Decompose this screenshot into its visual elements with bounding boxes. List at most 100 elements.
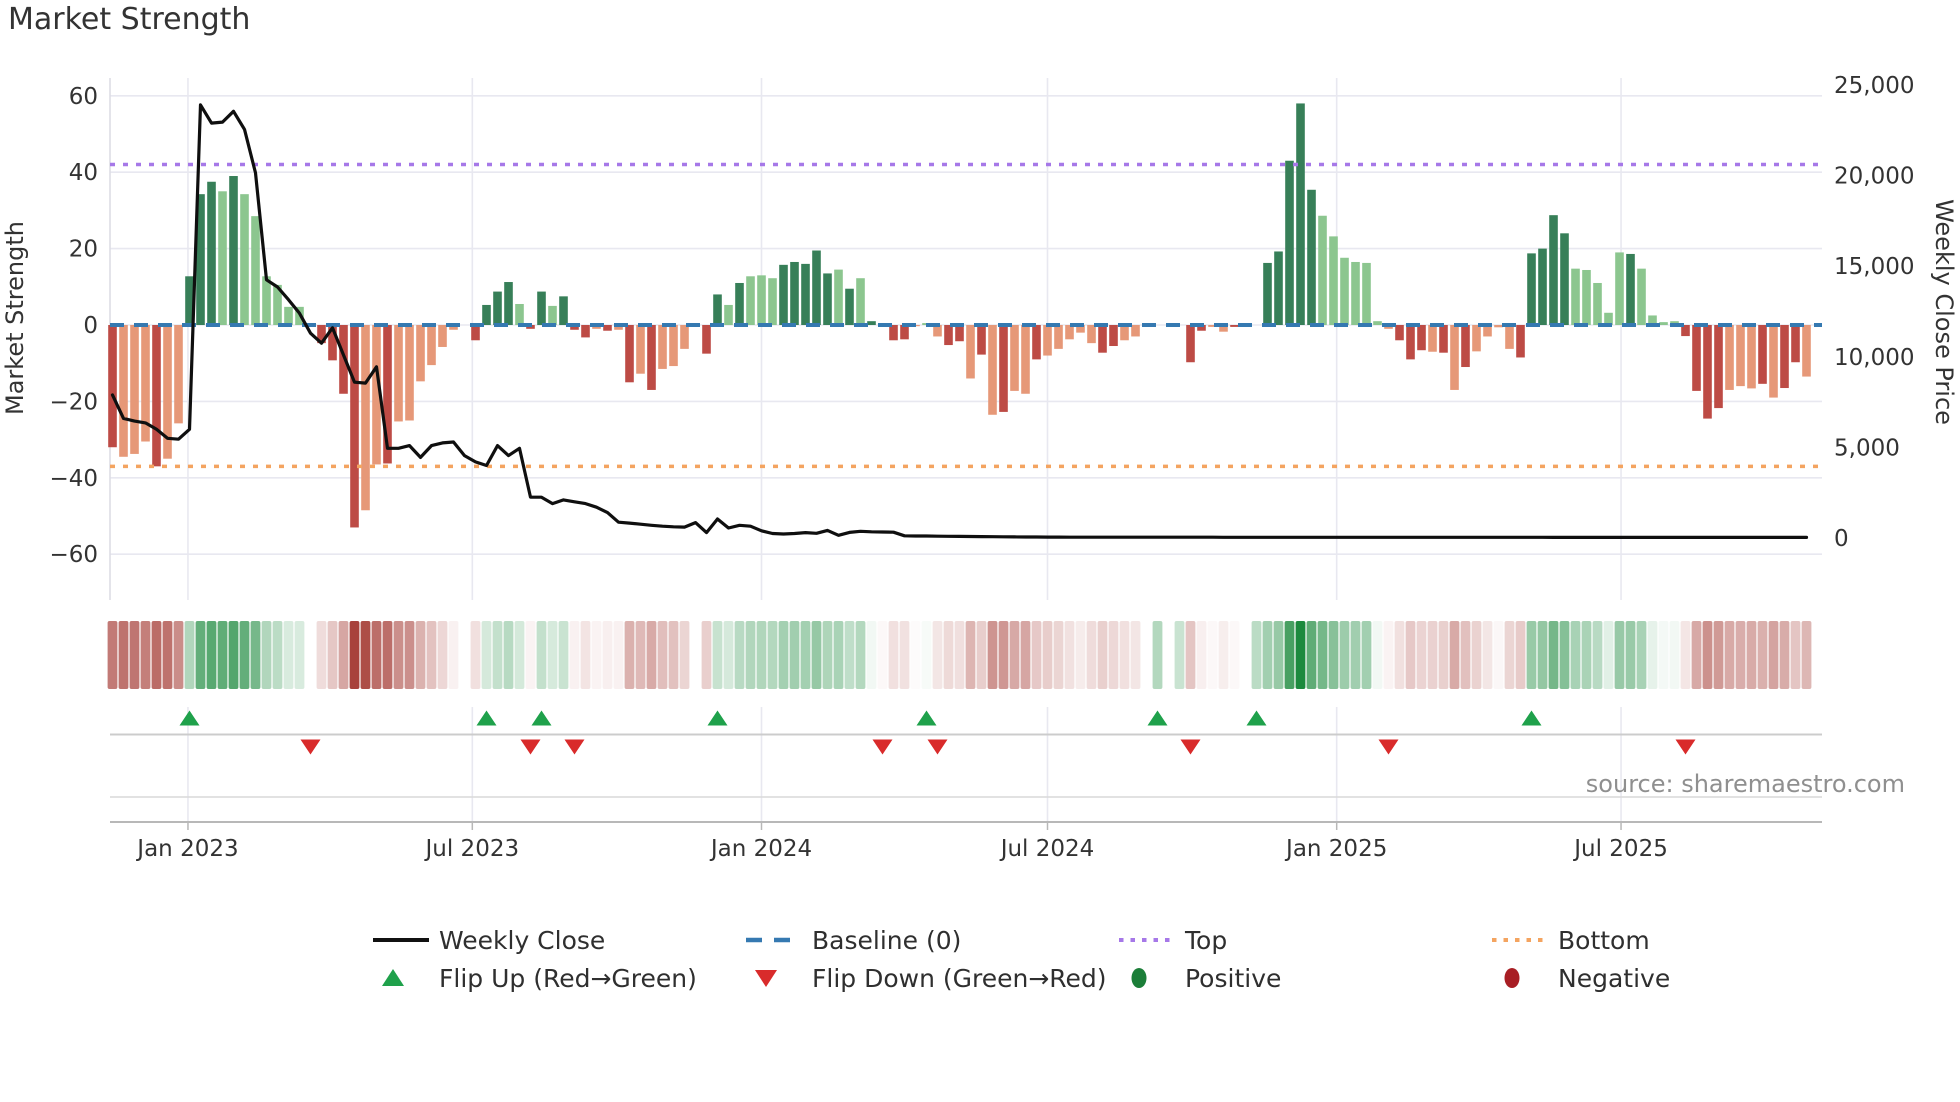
strength-bar: [1329, 236, 1338, 325]
strength-bar: [1098, 325, 1107, 353]
heatmap-cell: [1152, 621, 1163, 689]
legend-item: Flip Up (Red→Green): [382, 964, 697, 993]
heatmap-cell: [1658, 621, 1669, 689]
flip-down-marker: [872, 739, 893, 755]
heatmap-cell: [1460, 621, 1471, 689]
legend-label: Bottom: [1558, 926, 1650, 955]
heatmap-cell: [382, 621, 393, 689]
strength-bar: [1362, 262, 1371, 325]
left-tick-label: −60: [49, 542, 98, 568]
heatmap-cell: [448, 621, 459, 689]
strength-bar: [1780, 325, 1789, 389]
heatmap-cell: [1801, 621, 1812, 689]
heatmap-cell: [503, 621, 514, 689]
x-tick-label: Jan 2024: [709, 836, 812, 862]
heatmap-cell: [1669, 621, 1680, 689]
heatmap-cell: [800, 621, 811, 689]
strength-bar: [1714, 325, 1723, 409]
heatmap-cell: [1042, 621, 1053, 689]
flip-down-marker: [1180, 739, 1201, 755]
strength-bar: [1494, 325, 1503, 328]
heatmap-cell: [998, 621, 1009, 689]
heatmap-cell: [294, 621, 305, 689]
heatmap-cell: [1471, 621, 1482, 689]
right-tick-label: 0: [1834, 526, 1849, 552]
strength-bar: [1109, 325, 1118, 347]
heatmap-cell: [1592, 621, 1603, 689]
heatmap-cell: [349, 621, 360, 689]
heatmap-cell: [151, 621, 162, 689]
heatmap-cell: [1097, 621, 1108, 689]
heatmap-cell: [844, 621, 855, 689]
heatmap-cell: [371, 621, 382, 689]
strength-bar: [1725, 325, 1734, 390]
heatmap-cell: [1416, 621, 1427, 689]
legend-item: Weekly Close: [373, 926, 605, 955]
strength-bar: [1230, 325, 1239, 327]
strength-bar: [361, 325, 370, 511]
strength-bar: [130, 325, 139, 454]
strength-bar: [1010, 325, 1019, 391]
flip-up-marker: [476, 710, 497, 726]
strength-bar: [471, 325, 480, 341]
legend-item: Top: [1119, 926, 1227, 955]
heatmap-cell: [1713, 621, 1724, 689]
heatmap-cell: [613, 621, 624, 689]
strength-bar: [284, 306, 293, 325]
strength-bar: [625, 325, 634, 383]
heatmap-cell: [404, 621, 415, 689]
heatmap-cell: [492, 621, 503, 689]
strength-bar: [1395, 325, 1404, 341]
strength-bar: [152, 325, 161, 467]
strength-bar: [746, 276, 755, 325]
heatmap-cell: [899, 621, 910, 689]
heatmap-cell: [1229, 621, 1240, 689]
strength-bar: [647, 325, 656, 390]
legend-label: Flip Up (Red→Green): [439, 964, 697, 993]
strength-bar: [1593, 282, 1602, 325]
strength-bar: [1582, 269, 1591, 325]
legend-label: Baseline (0): [812, 926, 961, 955]
heatmap-cell: [1031, 621, 1042, 689]
heatmap-cell: [1064, 621, 1075, 689]
strength-bar: [1065, 325, 1074, 340]
heatmap-cell: [657, 621, 668, 689]
heatmap-cell: [426, 621, 437, 689]
heatmap-cell: [1273, 621, 1284, 689]
heatmap-cell: [1427, 621, 1438, 689]
strength-bar: [1747, 325, 1756, 389]
strength-bar: [416, 325, 425, 382]
heatmap-cell: [943, 621, 954, 689]
strength-bar: [1439, 325, 1448, 353]
strength-bar: [251, 216, 260, 325]
heatmap-cell: [1361, 621, 1372, 689]
heatmap-cell: [1757, 621, 1768, 689]
heatmap-cell: [514, 621, 525, 689]
x-tick-label: Jan 2023: [135, 836, 238, 862]
strength-bar: [1637, 268, 1646, 325]
heatmap-cell: [1207, 621, 1218, 689]
legend-item: Flip Down (Green→Red): [755, 964, 1107, 993]
strength-bar: [977, 325, 986, 355]
heatmap-cell: [1295, 621, 1306, 689]
heatmap-cell: [756, 621, 767, 689]
strength-bar: [1307, 189, 1316, 325]
strength-bar: [1703, 325, 1712, 419]
strength-bar: [515, 303, 524, 325]
heatmap-cell: [239, 621, 250, 689]
heatmap-cell: [327, 621, 338, 689]
heatmap-cell: [712, 621, 723, 689]
heatmap-cell: [1185, 621, 1196, 689]
strength-bar: [1296, 103, 1305, 325]
heatmap-cell: [1262, 621, 1273, 689]
strength-bar: [1285, 160, 1294, 325]
heatmap-cell: [415, 621, 426, 689]
strength-bar: [438, 325, 447, 347]
heatmap-cell: [1218, 621, 1229, 689]
flip-up-marker: [707, 710, 728, 726]
heatmap-cell: [1053, 621, 1064, 689]
strength-bar: [405, 325, 414, 421]
left-tick-label: 40: [69, 160, 98, 186]
strength-bar: [119, 325, 128, 457]
legend-label: Negative: [1558, 964, 1670, 993]
